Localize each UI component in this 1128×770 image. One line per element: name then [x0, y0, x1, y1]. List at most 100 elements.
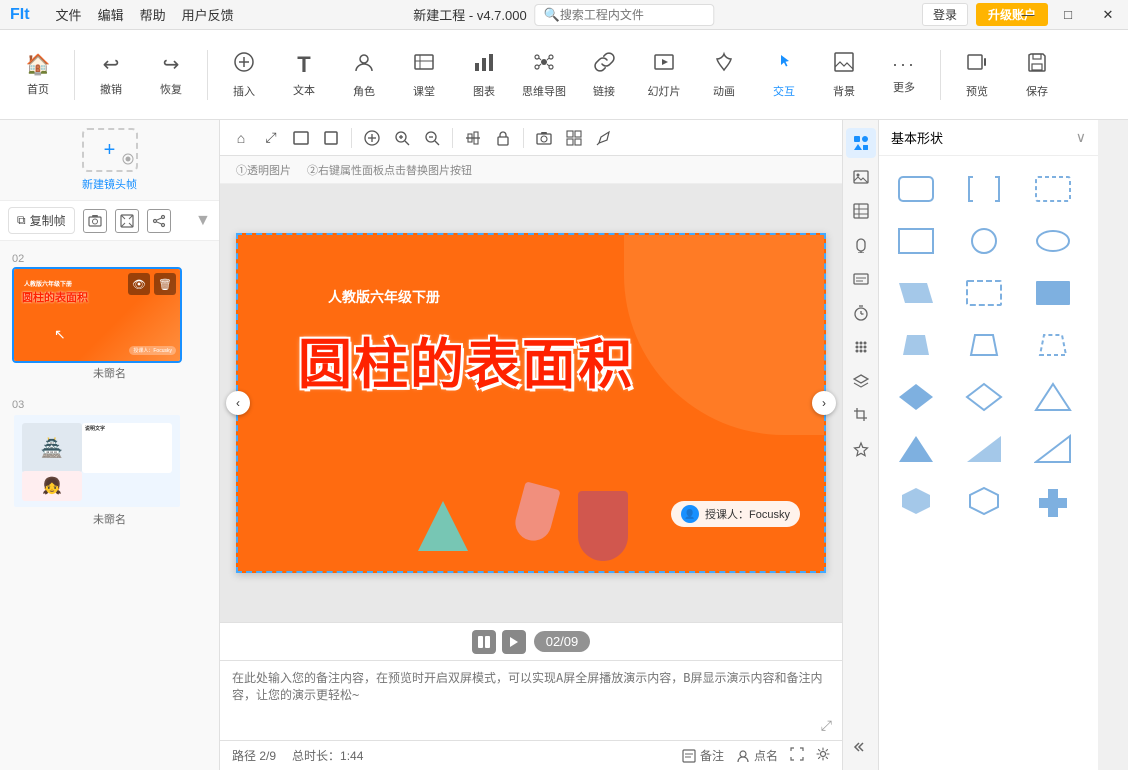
- thumb-view-btn[interactable]: 👁: [128, 273, 150, 295]
- canvas-pen-tool[interactable]: [591, 125, 617, 151]
- right-icon-table[interactable]: [846, 196, 876, 226]
- toolbar-home[interactable]: 🏠 首页: [10, 39, 66, 111]
- shape-hexagon-outline[interactable]: [957, 478, 1011, 524]
- shape-rect-dashed[interactable]: [1026, 166, 1080, 212]
- shape-diamond-outline[interactable]: [957, 374, 1011, 420]
- new-frame-button[interactable]: + 新建镜头帧: [0, 120, 219, 201]
- shape-hexagon[interactable]: [889, 478, 943, 524]
- shape-rect-rounded[interactable]: [889, 166, 943, 212]
- close-button[interactable]: ✕: [1088, 0, 1128, 30]
- search-box[interactable]: 🔍: [535, 4, 715, 26]
- right-icon-star[interactable]: [846, 434, 876, 464]
- canvas-grid-tool[interactable]: [561, 125, 587, 151]
- canvas-square-tool[interactable]: [318, 125, 344, 151]
- shape-parallelogram[interactable]: [889, 270, 943, 316]
- toolbar-save[interactable]: 保存: [1009, 39, 1065, 111]
- canvas-zoomin-tool[interactable]: [389, 125, 415, 151]
- shape-circle[interactable]: [957, 218, 1011, 264]
- settings-button[interactable]: [816, 747, 830, 764]
- bottom-tool-1[interactable]: [472, 630, 496, 654]
- camera-button[interactable]: [83, 209, 107, 233]
- scroll-down-icon[interactable]: ▼: [195, 212, 211, 230]
- toolbar-role[interactable]: 角色: [336, 39, 392, 111]
- toolbar-mindmap[interactable]: 思维导图: [516, 39, 572, 111]
- toolbar-chart[interactable]: 图表: [456, 39, 512, 111]
- shape-diamond[interactable]: [889, 374, 943, 420]
- shape-right-triangle-outline[interactable]: [1026, 426, 1080, 472]
- toolbar-undo[interactable]: ↩ 撤销: [83, 39, 139, 111]
- shape-ellipse[interactable]: [1026, 218, 1080, 264]
- toolbar-redo[interactable]: ↪ 恢复: [143, 39, 199, 111]
- toolbar-class[interactable]: 课堂: [396, 39, 452, 111]
- toolbar-animate[interactable]: 动画: [696, 39, 752, 111]
- toolbar-bg-label: 背景: [833, 83, 855, 99]
- menu-help[interactable]: 帮助: [132, 5, 174, 24]
- canvas-expand-tool[interactable]: ⤢: [258, 125, 284, 151]
- callname-button[interactable]: 点名: [736, 747, 778, 764]
- toolbar-more[interactable]: ··· 更多: [876, 39, 932, 111]
- right-icon-textbox[interactable]: [846, 264, 876, 294]
- notes-expand-icon[interactable]: ⤢: [821, 717, 832, 734]
- canvas-slide[interactable]: 人教版六年级下册 圆柱的表面积 👤 授课人：Focusky: [236, 233, 826, 573]
- menu-feedback[interactable]: 用户反馈: [174, 5, 242, 24]
- shape-rect-dashed2[interactable]: [957, 270, 1011, 316]
- shape-rect-solid[interactable]: [1026, 270, 1080, 316]
- notes-area[interactable]: ⤢: [220, 660, 842, 740]
- canvas-zoomout-tool[interactable]: [419, 125, 445, 151]
- canvas-align-tool[interactable]: [460, 125, 486, 151]
- slide-item-02[interactable]: 02 人教版六年级下册 圆柱的表面积 授课人：Focusky 👁 🗑 ↖: [0, 249, 219, 387]
- slide-item-03[interactable]: 03 🏯 说明文字 👧 未命名 ⊡: [0, 395, 219, 533]
- shape-bracket[interactable]: [957, 166, 1011, 212]
- login-button[interactable]: 登录: [922, 3, 968, 26]
- canvas-camera-tool[interactable]: [531, 125, 557, 151]
- canvas-lock-tool[interactable]: [490, 125, 516, 151]
- notes-textarea[interactable]: [232, 669, 830, 729]
- restore-button[interactable]: □: [1048, 0, 1088, 30]
- right-icon-grid[interactable]: [846, 332, 876, 362]
- slide-resize-03[interactable]: ⊡: [104, 510, 116, 527]
- toolbar-interact[interactable]: 交互: [756, 39, 812, 111]
- share-button[interactable]: [147, 209, 171, 233]
- toolbar-slide[interactable]: 幻灯片: [636, 39, 692, 111]
- slide-resize-02[interactable]: ⊡: [104, 364, 116, 381]
- menu-file[interactable]: 文件: [48, 5, 90, 24]
- notes-button[interactable]: 备注: [682, 747, 724, 764]
- shape-panel-chevron[interactable]: ∨: [1076, 129, 1086, 146]
- shape-plus[interactable]: [1026, 478, 1080, 524]
- shape-right-triangle[interactable]: [957, 426, 1011, 472]
- search-input[interactable]: [560, 8, 700, 22]
- toolbar-text[interactable]: T 文本: [276, 39, 332, 111]
- thumb-delete-btn[interactable]: 🗑: [154, 273, 176, 295]
- toolbar-preview[interactable]: 预览: [949, 39, 1005, 111]
- menu-edit[interactable]: 编辑: [90, 5, 132, 24]
- canvas-next-button[interactable]: ›: [812, 391, 836, 415]
- canvas-home-tool[interactable]: ⌂: [228, 125, 254, 151]
- right-icon-crop[interactable]: [846, 400, 876, 430]
- shape-rect-plain[interactable]: [889, 218, 943, 264]
- slide-thumb-03[interactable]: 🏯 说明文字 👧: [12, 413, 182, 509]
- expand-button[interactable]: [115, 209, 139, 233]
- right-icon-image[interactable]: [846, 162, 876, 192]
- bottom-tool-2[interactable]: [502, 630, 526, 654]
- copy-frame-button[interactable]: ⧉ 复制帧: [8, 207, 75, 234]
- canvas-prev-button[interactable]: ‹: [226, 391, 250, 415]
- toolbar-bg[interactable]: 背景: [816, 39, 872, 111]
- right-icon-timer[interactable]: [846, 298, 876, 328]
- shape-trapezoid-dashed[interactable]: [1026, 322, 1080, 368]
- right-icon-layers[interactable]: [846, 366, 876, 396]
- shape-triangle-solid[interactable]: [889, 426, 943, 472]
- minimize-button[interactable]: —: [1008, 0, 1048, 30]
- toolbar-insert[interactable]: 插入: [216, 39, 272, 111]
- main-toolbar: 🏠 首页 ↩ 撤销 ↪ 恢复 插入 T 文本 角色 课堂 图表: [0, 30, 1128, 120]
- right-icon-shapes[interactable]: [846, 128, 876, 158]
- right-icon-audio[interactable]: [846, 230, 876, 260]
- canvas-add-tool[interactable]: [359, 125, 385, 151]
- shape-triangle-outline[interactable]: [1026, 374, 1080, 420]
- shape-trapezoid-outline[interactable]: [957, 322, 1011, 368]
- canvas-rect-tool[interactable]: [288, 125, 314, 151]
- fullscreen-button[interactable]: [790, 747, 804, 764]
- slide-thumb-02[interactable]: 人教版六年级下册 圆柱的表面积 授课人：Focusky 👁 🗑 ↖: [12, 267, 182, 363]
- shape-trapezoid[interactable]: [889, 322, 943, 368]
- right-icon-collapse[interactable]: [846, 732, 876, 762]
- toolbar-link[interactable]: 链接: [576, 39, 632, 111]
